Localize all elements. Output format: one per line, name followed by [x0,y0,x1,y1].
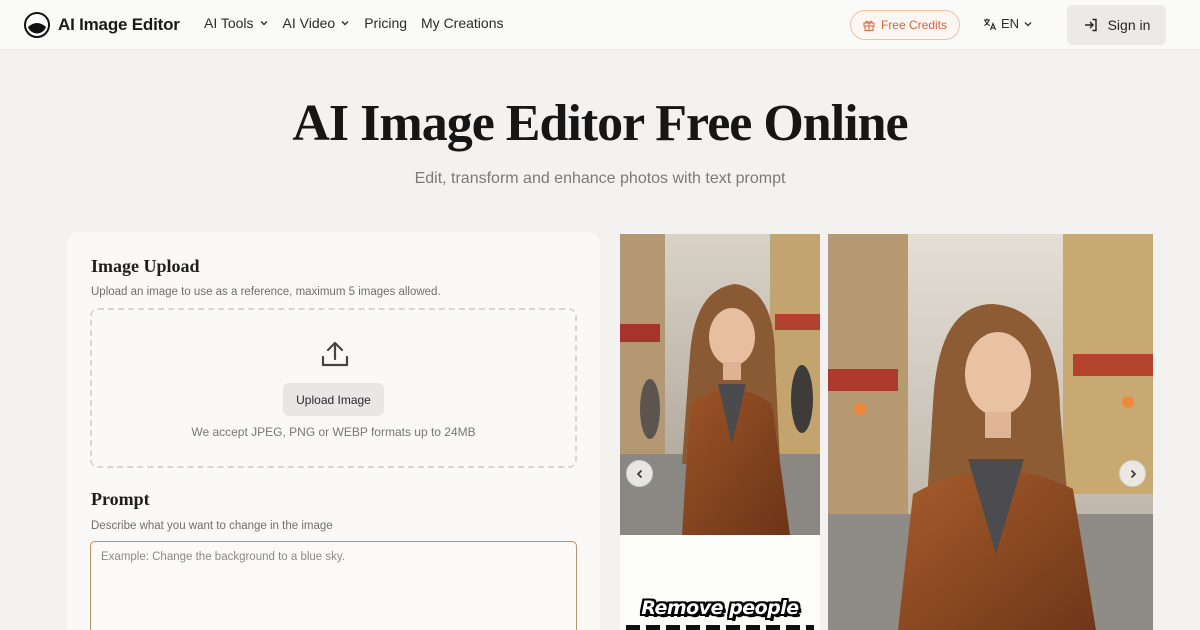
translate-icon [984,18,997,30]
prompt-title: Prompt [91,489,150,509]
chevron-right-icon [1130,469,1136,478]
image-upload-title: Image Upload [91,256,200,276]
example-image-before [620,234,820,535]
nav-item-ai-video[interactable]: AI Video [283,15,351,31]
nav-item-ai-tools[interactable]: AI Tools [204,15,269,31]
language-label: EN [1001,16,1020,31]
gallery-next-button[interactable] [1119,460,1146,487]
sign-in-label: Sign in [1107,17,1151,33]
prompt-description: Describe what you want to change in the … [91,520,333,532]
gift-icon [863,20,875,31]
brand-name: AI Image Editor [58,15,180,34]
nav-item-label: AI Video [282,15,336,31]
chevron-down-icon [1024,21,1032,26]
editor-panel: Image Upload Upload an image to use as a… [67,232,600,630]
sign-in-icon [1084,18,1097,32]
nav-item-my-creations[interactable]: My Creations [421,15,503,31]
photo-illustration [620,234,820,535]
upload-icon [321,341,349,367]
free-credits-label: Free Credits [880,18,948,32]
image-dropzone[interactable]: Upload Image We accept JPEG, PNG or WEBP… [90,308,577,468]
nav-item-label: My Creations [421,15,504,31]
nav-item-label: AI Tools [204,15,254,31]
nav-item-label: Pricing [364,15,408,31]
free-credits-button[interactable]: Free Credits [850,10,960,40]
chevron-down-icon [341,21,349,26]
prompt-input[interactable] [90,541,577,630]
main-nav: AI Tools AI Video Pricing My Creations [204,15,503,31]
example-caption: Remove people [641,597,799,619]
page-title: AI Image Editor Free Online [292,95,908,152]
language-selector[interactable]: EN [983,16,1033,31]
example-image-after [828,234,1153,630]
page-subtitle: Edit, transform and enhance photos with … [414,170,786,187]
example-caption-area: Remove people [620,535,820,630]
photo-illustration [828,234,1153,630]
nav-item-pricing[interactable]: Pricing [364,15,407,31]
chevron-left-icon [636,469,642,478]
chevron-down-icon [260,21,268,26]
image-upload-description: Upload an image to use as a reference, m… [91,286,441,298]
upload-formats-note: We accept JPEG, PNG or WEBP formats up t… [191,425,476,439]
upload-image-button[interactable]: Upload Image [283,383,384,416]
top-navbar: AI Image Editor AI Tools AI Video Pricin… [0,0,1200,50]
brand[interactable]: AI Image Editor [24,12,180,38]
example-gallery: Remove people [620,234,1154,630]
gallery-prev-button[interactable] [626,460,653,487]
logo-icon [24,12,50,38]
caption-overflow [626,625,814,630]
sign-in-button[interactable]: Sign in [1067,5,1166,45]
